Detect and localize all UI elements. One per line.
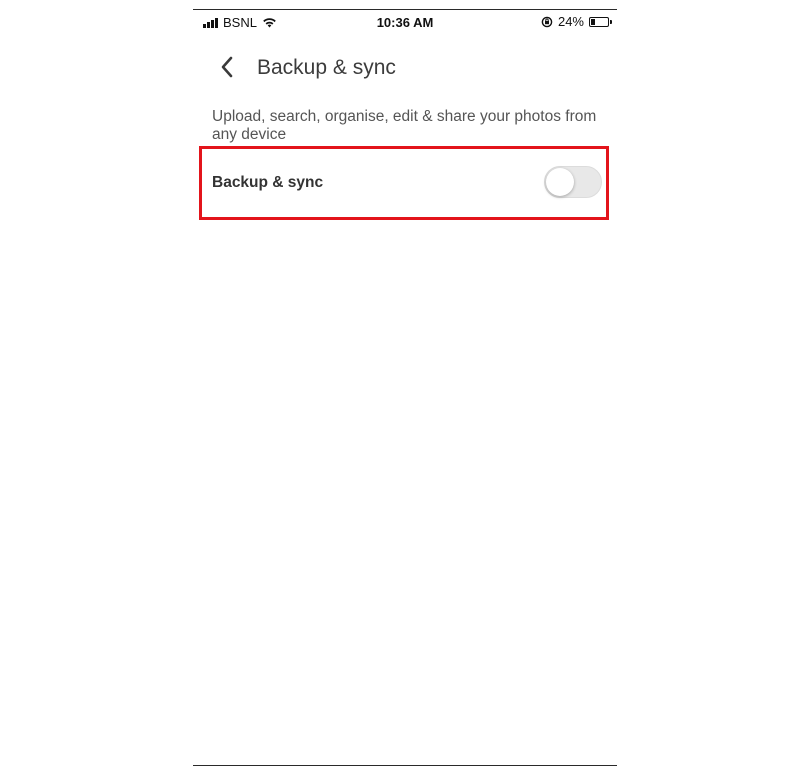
- status-right: 24%: [541, 14, 612, 29]
- backup-sync-label: Backup & sync: [212, 174, 324, 191]
- chevron-left-icon: [221, 56, 233, 78]
- setting-description: Upload, search, organise, edit & share y…: [212, 108, 597, 143]
- orientation-lock-icon: [541, 16, 553, 27]
- battery-icon: [589, 16, 612, 27]
- screenshot-canvas: BSNL 10:36 AM 24% Backup & sync Upload, …: [0, 0, 800, 777]
- back-button[interactable]: [213, 52, 241, 82]
- battery-fill: [591, 18, 595, 25]
- page-header: Backup & sync: [193, 48, 617, 88]
- backup-sync-toggle[interactable]: [544, 166, 602, 198]
- battery-percent: 24%: [557, 14, 584, 29]
- toggle-knob: [546, 168, 574, 196]
- backup-sync-row[interactable]: Backup & sync: [202, 149, 606, 217]
- status-bar: BSNL 10:36 AM 24%: [193, 10, 617, 36]
- phone-screen: BSNL 10:36 AM 24% Backup & sync Upload, …: [193, 9, 617, 766]
- page-title: Backup & sync: [257, 56, 396, 79]
